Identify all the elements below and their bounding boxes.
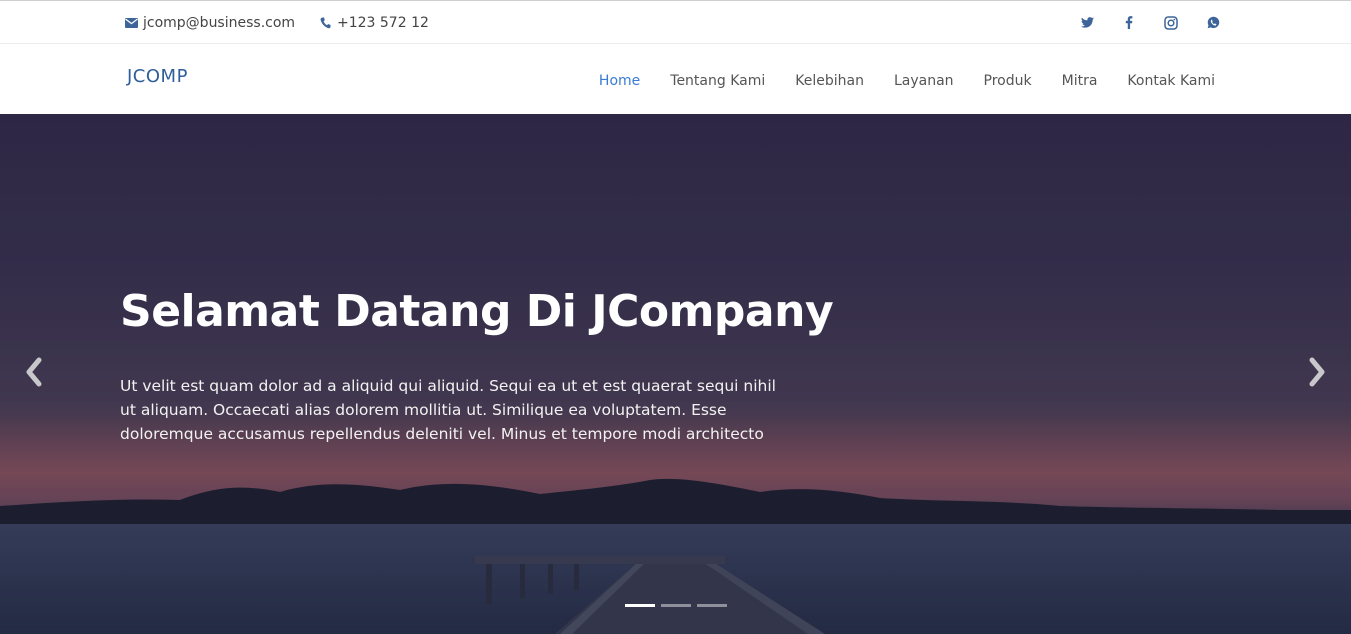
contact-email[interactable]: jcomp@business.com: [124, 1, 295, 44]
main-header: JCOMP Home Tentang Kami Kelebihan Layana…: [0, 44, 1351, 114]
carousel-indicator-1[interactable]: [625, 604, 655, 607]
carousel-indicator-3[interactable]: [697, 604, 727, 607]
top-bar: jcomp@business.com +123 572 12: [0, 0, 1351, 44]
carousel-indicator-2[interactable]: [661, 604, 691, 607]
facebook-icon[interactable]: [1121, 15, 1137, 31]
phone-icon: [318, 16, 332, 30]
envelope-icon: [124, 16, 138, 30]
nav-tentang-kami[interactable]: Tentang Kami: [670, 73, 765, 89]
nav-layanan[interactable]: Layanan: [894, 73, 954, 89]
phone-text: +123 572 12: [337, 14, 429, 31]
nav-kontak-kami[interactable]: Kontak Kami: [1127, 73, 1215, 89]
email-text: jcomp@business.com: [143, 14, 296, 31]
instagram-icon[interactable]: [1163, 15, 1179, 31]
hero-description: Ut velit est quam dolor ad a aliquid qui…: [120, 377, 776, 443]
social-links: [1053, 1, 1221, 44]
chevron-left-icon: [25, 357, 43, 391]
nav-kelebihan[interactable]: Kelebihan: [795, 73, 864, 89]
whatsapp-icon[interactable]: [1205, 15, 1221, 31]
carousel-indicators: [625, 604, 733, 607]
main-nav: Home Tentang Kami Kelebihan Layanan Prod…: [599, 44, 1215, 114]
site-logo[interactable]: JCOMP: [127, 66, 188, 87]
nav-produk[interactable]: Produk: [984, 73, 1032, 89]
nav-home[interactable]: Home: [599, 73, 640, 89]
hero-title: Selamat Datang Di JCompany: [120, 286, 834, 337]
nav-mitra[interactable]: Mitra: [1062, 73, 1098, 89]
carousel-next-button[interactable]: [1302, 354, 1332, 394]
hero-carousel: Selamat Datang Di JCompany Ut velit est …: [0, 114, 1351, 634]
twitter-icon[interactable]: [1079, 15, 1095, 31]
carousel-prev-button[interactable]: [19, 354, 49, 394]
chevron-right-icon: [1308, 357, 1326, 391]
contact-phone[interactable]: +123 572 12: [318, 1, 429, 44]
